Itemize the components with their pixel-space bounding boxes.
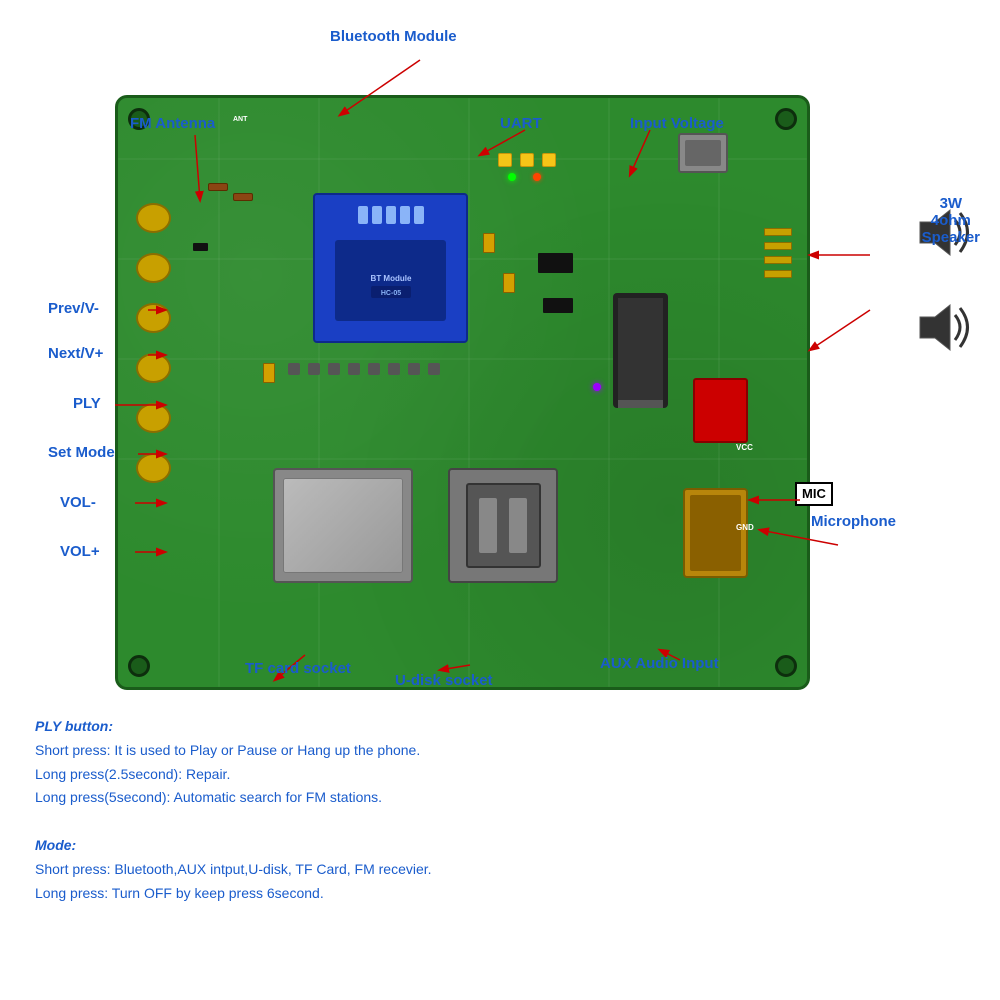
main-container: BT Module HC-05	[0, 0, 1000, 1000]
led-indicator	[593, 383, 601, 391]
speaker-pads	[764, 228, 792, 278]
uart-pad-tx	[520, 153, 534, 167]
gnd-label: GND	[736, 523, 754, 532]
uart-pads	[498, 153, 556, 167]
speaker-line1: 3W	[922, 195, 980, 212]
mount-hole-br	[775, 655, 797, 677]
microphone-label: Microphone	[811, 513, 896, 530]
usb-socket[interactable]	[448, 468, 558, 583]
bluetooth-module-label: Bluetooth Module	[330, 28, 457, 45]
svg-text:HC-05: HC-05	[380, 290, 400, 297]
bt-chip-label: BT Module HC-05	[335, 240, 446, 321]
vol-plus-label: VOL+	[60, 543, 100, 560]
ply-long-press-2: Long press(5second): Automatic search fo…	[35, 789, 382, 805]
speaker-line2: 4ohm	[922, 212, 980, 229]
ply-button-title: PLY button:	[35, 718, 113, 734]
mount-hole-tr	[775, 108, 797, 130]
amplifier-chip	[613, 293, 668, 408]
small-components-row	[288, 363, 440, 375]
mic-label-text: MIC	[802, 486, 826, 501]
uart-label: UART	[500, 115, 542, 132]
mode-short-press: Short press: Bluetooth,AUX intput,U-disk…	[35, 861, 432, 877]
ic-1	[538, 253, 573, 273]
description-area: PLY button: Short press: It is used to P…	[35, 715, 432, 905]
capacitor-3	[263, 363, 275, 383]
ic-2	[543, 298, 573, 313]
button-prev[interactable]	[136, 203, 171, 233]
aux-connector[interactable]	[683, 488, 748, 578]
mount-hole-bl	[128, 655, 150, 677]
capacitor-1	[483, 233, 495, 253]
button-set-mode[interactable]	[136, 353, 171, 383]
vcc-label: VCC	[736, 443, 753, 452]
aux-audio-label: AUX Audio Input	[600, 655, 719, 672]
vol-minus-label: VOL-	[60, 494, 96, 511]
led-red	[533, 173, 541, 181]
ply-short-press: Short press: It is used to Play or Pause…	[35, 742, 420, 758]
mode-long-press: Long press: Turn OFF by keep press 6seco…	[35, 885, 324, 901]
uart-pad-rx	[498, 153, 512, 167]
speaker-label: 3W 4ohm Speaker	[922, 195, 980, 246]
fm-antenna-label: FM Antenna	[130, 115, 215, 132]
pcb-board: BT Module HC-05	[115, 95, 810, 690]
ply-button-section: PLY button: Short press: It is used to P…	[35, 715, 432, 810]
resistor-2	[233, 193, 253, 201]
ic-3	[193, 243, 208, 251]
set-mode-label: Set Mode	[48, 444, 115, 461]
u-disk-label: U-disk socket	[395, 672, 493, 689]
svg-text:BT Module: BT Module	[370, 274, 411, 283]
uart-pad-gnd	[542, 153, 556, 167]
micro-usb-port	[678, 133, 728, 173]
prev-vminus-label: Prev/V-	[48, 300, 99, 317]
ply-label: PLY	[73, 395, 101, 412]
mic-component	[693, 378, 748, 443]
bluetooth-module: BT Module HC-05	[313, 193, 468, 343]
mode-title: Mode:	[35, 837, 76, 853]
capacitor-2	[503, 273, 515, 293]
ply-long-press-1: Long press(2.5second): Repair.	[35, 766, 230, 782]
button-ply[interactable]	[136, 303, 171, 333]
mic-label-box: MIC	[795, 482, 833, 506]
led-green	[508, 173, 516, 181]
speaker-line3: Speaker	[922, 229, 980, 246]
button-vol-minus[interactable]	[136, 403, 171, 433]
input-voltage-label: Input Voltage	[630, 115, 724, 132]
mode-section: Mode: Short press: Bluetooth,AUX intput,…	[35, 834, 432, 905]
sd-card-slot[interactable]	[273, 468, 413, 583]
tf-card-label: TF card socket	[245, 660, 351, 677]
speaker-icon-2	[915, 300, 980, 360]
next-vplus-label: Next/V+	[48, 345, 103, 362]
button-vol-plus[interactable]	[136, 453, 171, 483]
button-next[interactable]	[136, 253, 171, 283]
resistor-1	[208, 183, 228, 191]
ant-label: ANT	[233, 116, 247, 123]
